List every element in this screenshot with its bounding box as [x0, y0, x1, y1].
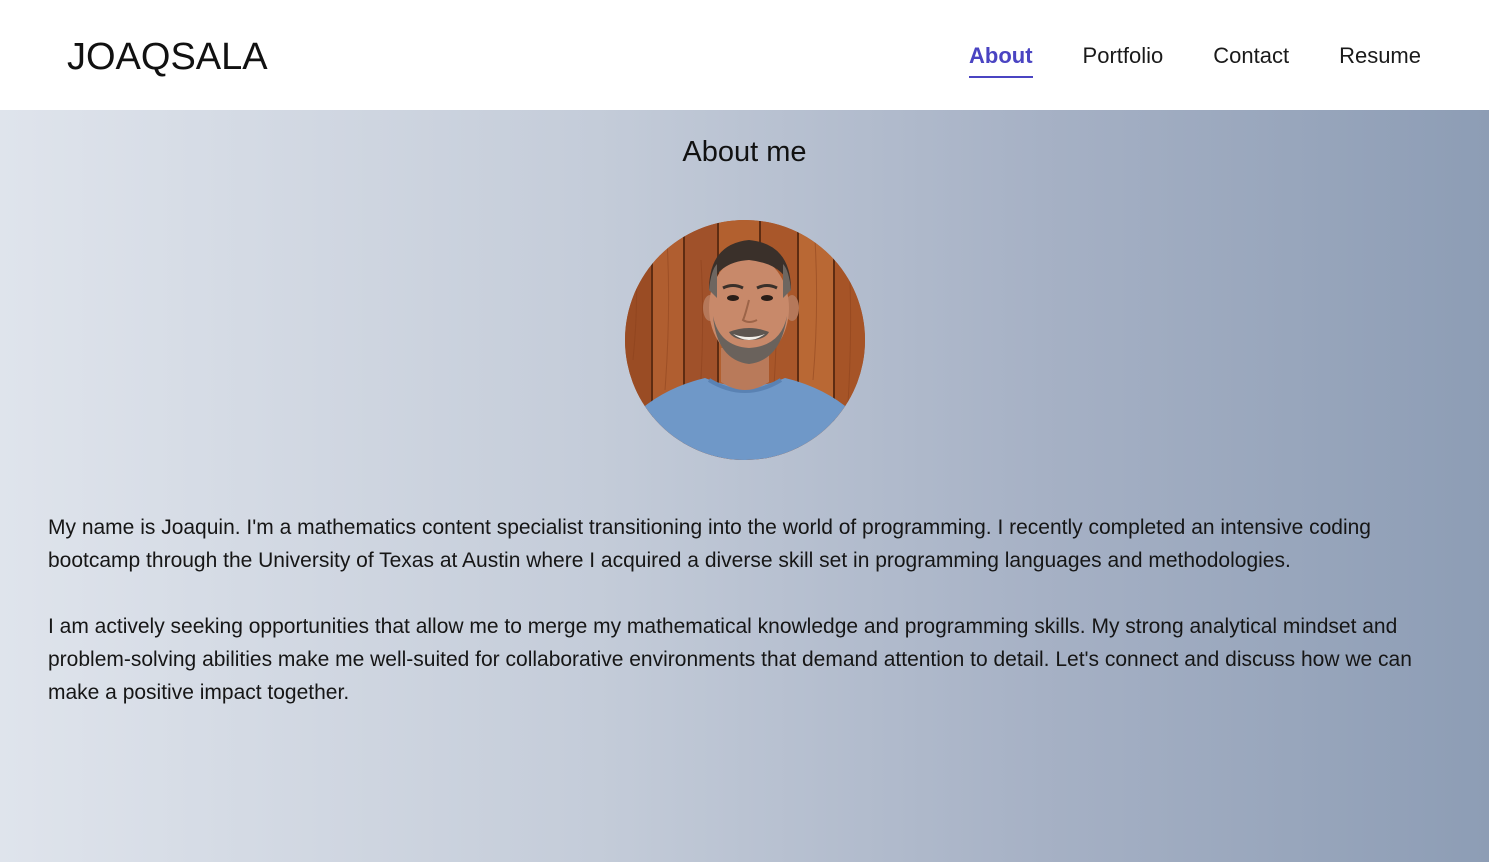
nav-link-contact[interactable]: Contact — [1213, 42, 1289, 76]
nav-link-about[interactable]: About — [969, 42, 1033, 78]
nav-link-resume[interactable]: Resume — [1339, 42, 1421, 76]
bio-paragraph: I am actively seeking opportunities that… — [48, 615, 1412, 704]
nav-link-portfolio[interactable]: Portfolio — [1083, 42, 1164, 76]
bio-text: My name is Joaquin. I'm a mathematics co… — [48, 511, 1448, 742]
about-section: About me My name is Joaquin. I'm a mathe… — [0, 110, 1489, 862]
profile-photo — [625, 220, 865, 460]
section-title: About me — [682, 136, 807, 168]
site-header: JOAQSALA About Portfolio Contact Resume — [0, 0, 1489, 110]
main-nav: About Portfolio Contact Resume — [969, 42, 1421, 82]
brand-logo[interactable]: JOAQSALA — [67, 35, 268, 79]
bio-paragraph: My name is Joaquin. I'm a mathematics co… — [48, 516, 1371, 572]
